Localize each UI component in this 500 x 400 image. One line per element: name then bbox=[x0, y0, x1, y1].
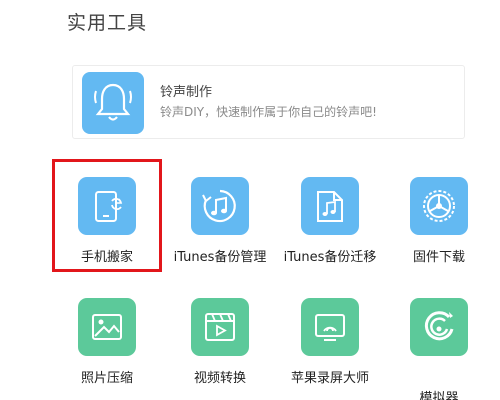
tool-label: 模拟器 bbox=[419, 391, 459, 400]
tool-simulator[interactable]: 模拟器 bbox=[389, 292, 489, 400]
tool-label: iTunes备份管理 bbox=[173, 250, 267, 265]
ringtone-maker-card[interactable]: 铃声制作 铃声DIY，快速制作属于你自己的铃声吧! bbox=[72, 65, 465, 139]
ringtone-card-title: 铃声制作 bbox=[160, 85, 213, 100]
music-folder-icon bbox=[301, 177, 359, 235]
tool-label: 苹果录屏大师 bbox=[290, 371, 369, 386]
tool-screen-recorder[interactable]: 苹果录屏大师 bbox=[280, 292, 380, 400]
tool-label: 固件下载 bbox=[412, 250, 465, 265]
tool-phone-transfer[interactable]: 手机搬家 bbox=[57, 159, 157, 269]
firmware-download-icon bbox=[410, 177, 468, 235]
tool-video-convert[interactable]: 视频转换 bbox=[170, 292, 270, 400]
photo-icon bbox=[78, 298, 136, 356]
tool-label: 视频转换 bbox=[193, 371, 246, 386]
section-title: 实用工具 bbox=[67, 12, 148, 34]
video-icon bbox=[191, 298, 249, 356]
tool-itunes-backup-migration[interactable]: iTunes备份迁移 bbox=[280, 159, 380, 269]
tool-firmware-download[interactable]: 固件下载 bbox=[389, 159, 489, 269]
simulator-icon bbox=[410, 298, 468, 356]
screen-cast-icon bbox=[301, 298, 359, 356]
itunes-backup-icon bbox=[191, 177, 249, 235]
tools-page: 实用工具 铃声制作 铃声DIY，快速制作属于你自己的铃声吧! 手机搬家 iTun… bbox=[0, 0, 500, 400]
tool-label: 手机搬家 bbox=[80, 250, 133, 265]
tool-itunes-backup-manager[interactable]: iTunes备份管理 bbox=[170, 159, 270, 269]
ringtone-card-description: 铃声DIY，快速制作属于你自己的铃声吧! bbox=[160, 105, 377, 119]
tool-label: iTunes备份迁移 bbox=[283, 250, 377, 265]
tool-photo-compress[interactable]: 照片压缩 bbox=[57, 292, 157, 400]
tool-label: 照片压缩 bbox=[80, 371, 133, 386]
bell-icon bbox=[82, 72, 144, 134]
phone-transfer-icon bbox=[78, 177, 136, 235]
